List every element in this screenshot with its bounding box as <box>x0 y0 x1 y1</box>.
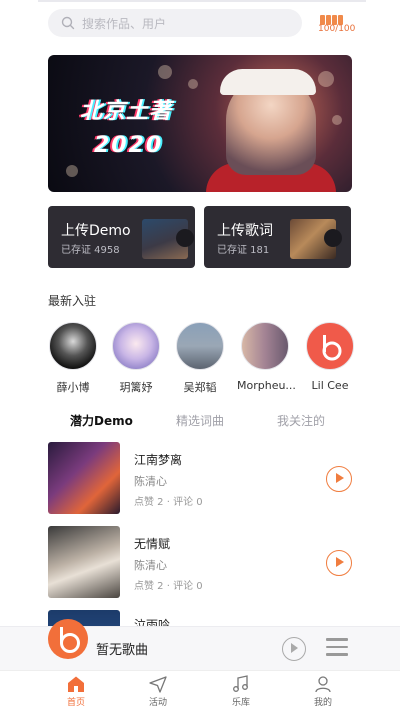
user-icon <box>315 676 331 693</box>
tab-following[interactable]: 我关注的 <box>277 412 325 429</box>
top-bar: 搜索作品、用户 100/100 <box>0 0 400 48</box>
level-meter-text: 100/100 <box>318 24 356 34</box>
song-title: 江南梦离 <box>134 453 183 467</box>
hero-banner[interactable]: 北京土著 2020 <box>48 55 352 192</box>
nav-item-library[interactable]: 乐库 <box>211 675 271 708</box>
nav-label: 活动 <box>148 698 167 708</box>
content-tabs: 潜力Demo 精选词曲 我关注的 <box>48 412 352 434</box>
song-title: 泣雨吟 <box>134 618 171 626</box>
artist-item[interactable]: 吴郑韬 <box>172 322 228 395</box>
artist-name: 薛小博 <box>56 381 90 394</box>
upload-demo-thumbnail <box>142 219 194 259</box>
nav-item-events[interactable]: 活动 <box>128 675 188 708</box>
artist-name: 吴郑韬 <box>183 381 217 394</box>
banner-figure-cap <box>220 69 316 95</box>
banner-pagination <box>220 181 276 185</box>
artist-item[interactable]: Morpheu... <box>237 322 296 392</box>
bottom-nav: 首页 活动 乐库 我的 <box>0 670 400 712</box>
song-stats: 点赞 2 · 评论 0 <box>134 581 203 592</box>
artist-name: 玥篱妤 <box>119 381 153 394</box>
banner-title: 北京土著 <box>80 99 173 124</box>
send-icon <box>149 676 167 693</box>
nav-label: 乐库 <box>231 698 250 708</box>
artist-item[interactable]: 薛小博 <box>45 322 101 395</box>
avatar <box>176 322 224 370</box>
search-icon <box>61 16 75 30</box>
app-logo-icon <box>48 619 88 659</box>
song-item[interactable]: 泣雨吟 <box>48 610 352 626</box>
search-placeholder: 搜索作品、用户 <box>82 17 167 31</box>
tab-selected-lyrics[interactable]: 精选词曲 <box>176 412 224 429</box>
avatar <box>241 322 289 370</box>
status-divider <box>38 0 366 2</box>
song-item[interactable]: 无情赋 陈清心 点赞 2 · 评论 0 <box>48 526 352 598</box>
artist-name: Lil Cee <box>311 379 349 392</box>
player-play-button[interactable] <box>282 637 306 661</box>
song-stats: 点赞 2 · 评论 0 <box>134 497 203 508</box>
artist-item[interactable]: Lil Cee <box>302 322 358 392</box>
song-cover <box>48 526 120 598</box>
upload-demo-count: 已存证 4958 <box>61 245 120 256</box>
song-cover <box>48 442 120 514</box>
upload-lyrics-thumbnail <box>290 219 342 259</box>
play-button[interactable] <box>326 550 352 576</box>
music-note-icon <box>233 675 248 692</box>
now-playing-text: 暂无歌曲 <box>96 643 149 658</box>
avatar <box>306 322 354 370</box>
song-item[interactable]: 江南梦离 陈清心 点赞 2 · 评论 0 <box>48 442 352 514</box>
upload-lyrics-count: 已存证 181 <box>217 245 270 256</box>
nav-item-me[interactable]: 我的 <box>293 675 353 708</box>
home-icon <box>68 676 84 692</box>
upload-demo-title: 上传Demo <box>61 223 131 239</box>
nav-label: 首页 <box>66 698 85 708</box>
mini-player[interactable]: 暂无歌曲 <box>0 619 400 670</box>
upload-demo-card[interactable]: 上传Demo 已存证 4958 <box>48 206 195 268</box>
upload-lyrics-title: 上传歌词 <box>217 223 273 239</box>
nav-label: 我的 <box>313 698 332 708</box>
song-artist: 陈清心 <box>134 475 167 488</box>
avatar <box>49 322 97 370</box>
song-title: 无情赋 <box>134 537 171 551</box>
search-input[interactable]: 搜索作品、用户 <box>48 9 302 37</box>
play-button[interactable] <box>326 466 352 492</box>
playlist-icon[interactable] <box>326 638 348 658</box>
upload-lyrics-card[interactable]: 上传歌词 已存证 181 <box>204 206 351 268</box>
tab-potential-demo[interactable]: 潜力Demo <box>70 412 133 429</box>
banner-year: 2020 <box>94 133 164 158</box>
section-title-latest: 最新入驻 <box>48 294 97 308</box>
artist-name: Morpheu... <box>237 379 296 392</box>
artist-item[interactable]: 玥篱妤 <box>108 322 164 395</box>
level-meter-icon <box>320 10 348 25</box>
nav-item-home[interactable]: 首页 <box>46 675 106 708</box>
app-logo-icon <box>322 335 342 361</box>
song-artist: 陈清心 <box>134 559 167 572</box>
avatar <box>112 322 160 370</box>
